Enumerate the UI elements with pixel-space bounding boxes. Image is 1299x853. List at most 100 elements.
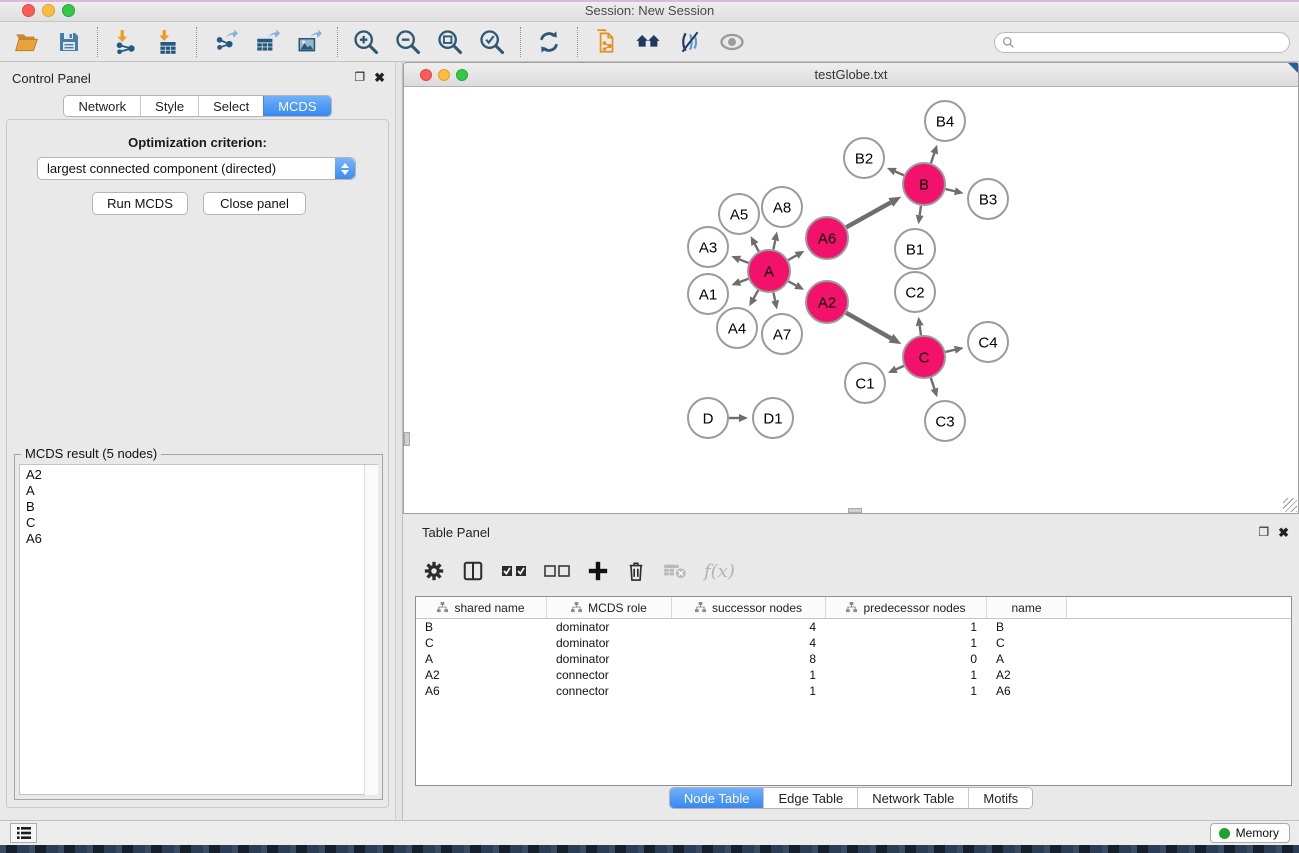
network-window-titlebar: testGlobe.txt bbox=[404, 63, 1298, 87]
cell-shared-name: C bbox=[416, 635, 547, 651]
arrowhead-C-C2 bbox=[916, 317, 924, 326]
table-body: Bdominator41BCdominator41CAdominator80AA… bbox=[416, 619, 1291, 699]
table-row[interactable]: Bdominator41B bbox=[416, 619, 1291, 635]
column-header-successor-nodes[interactable]: successor nodes bbox=[672, 597, 826, 618]
table-row[interactable]: Cdominator41C bbox=[416, 635, 1291, 651]
zoom-selected-icon[interactable] bbox=[475, 25, 509, 59]
table-row[interactable]: Adominator80A bbox=[416, 651, 1291, 667]
first-neighbors-icon[interactable] bbox=[631, 25, 665, 59]
cell-name: A6 bbox=[987, 683, 1067, 699]
task-history-button[interactable] bbox=[10, 823, 37, 843]
result-item[interactable]: A6 bbox=[26, 531, 377, 547]
search-field[interactable] bbox=[994, 32, 1290, 53]
arrowhead-D-D1 bbox=[739, 414, 748, 422]
criterion-dropdown[interactable]: largest connected component (directed) bbox=[37, 157, 356, 180]
open-session-icon[interactable] bbox=[10, 25, 44, 59]
node-label-B4: B4 bbox=[936, 113, 954, 130]
memory-label: Memory bbox=[1236, 826, 1279, 840]
node-table[interactable]: shared name MCDS role successor nodesprede… bbox=[415, 596, 1292, 786]
run-mcds-button[interactable]: Run MCDS bbox=[92, 192, 188, 215]
zoom-out-icon[interactable] bbox=[391, 25, 425, 59]
node-label-D1: D1 bbox=[763, 410, 782, 427]
cell-shared-name: A bbox=[416, 651, 547, 667]
zoom-in-icon[interactable] bbox=[349, 25, 383, 59]
cell-MCDS-role: dominator bbox=[547, 651, 672, 667]
toggle-graphics-details-icon[interactable] bbox=[673, 25, 707, 59]
table-options-gear-icon[interactable] bbox=[423, 560, 445, 582]
vertical-scroll-thumb[interactable] bbox=[404, 432, 410, 446]
close-panel-button[interactable]: Close panel bbox=[203, 192, 306, 215]
result-item[interactable]: A2 bbox=[26, 467, 377, 483]
cell-predecessor-nodes: 1 bbox=[826, 667, 987, 683]
cell-name: C bbox=[987, 635, 1067, 651]
cell-successor-nodes: 4 bbox=[672, 635, 826, 651]
mcds-result-list[interactable]: A2ABCA6 bbox=[19, 464, 378, 795]
search-input[interactable] bbox=[1019, 36, 1269, 50]
column-label: shared name bbox=[454, 601, 524, 615]
cell-successor-nodes: 1 bbox=[672, 683, 826, 699]
edge-C-C3 bbox=[931, 378, 935, 389]
table-row[interactable]: A2connector11A2 bbox=[416, 667, 1291, 683]
result-list-scrollbar[interactable] bbox=[364, 465, 378, 795]
deselect-all-checkboxes-icon[interactable] bbox=[544, 564, 570, 578]
toolbar-separator bbox=[577, 27, 578, 57]
result-item[interactable]: C bbox=[26, 515, 377, 531]
node-label-C1: C1 bbox=[855, 375, 874, 392]
edge-C-C2 bbox=[920, 326, 921, 336]
close-table-panel-icon[interactable]: ✖ bbox=[1278, 525, 1289, 541]
column-header-shared-name[interactable]: shared name bbox=[416, 597, 547, 618]
delete-column-trash-icon[interactable] bbox=[626, 560, 646, 582]
show-columns-icon[interactable] bbox=[462, 560, 484, 582]
table-row[interactable]: A6connector11A6 bbox=[416, 683, 1291, 699]
float-panel-icon[interactable]: ❐ bbox=[354, 70, 365, 86]
column-label: name bbox=[1011, 601, 1041, 615]
float-table-panel-icon[interactable]: ❐ bbox=[1258, 525, 1269, 541]
cell-MCDS-role: connector bbox=[547, 683, 672, 699]
result-item[interactable]: A bbox=[26, 483, 377, 499]
resize-grip[interactable] bbox=[1283, 498, 1297, 512]
network-view-window: testGlobe.txt B4B2BB3A8A5A6A3B1AA1C2A2A4… bbox=[403, 62, 1299, 514]
shared-column-icon bbox=[571, 602, 582, 613]
window-corner-icon[interactable] bbox=[1288, 63, 1298, 73]
add-column-icon[interactable] bbox=[587, 560, 609, 582]
zoom-fit-icon[interactable] bbox=[433, 25, 467, 59]
cell-predecessor-nodes: 1 bbox=[826, 683, 987, 699]
export-image-icon[interactable] bbox=[292, 25, 326, 59]
main-toolbar bbox=[0, 23, 1299, 62]
arrowhead-C-C3 bbox=[931, 387, 939, 397]
select-all-checkboxes-icon[interactable] bbox=[501, 564, 527, 578]
result-item[interactable]: B bbox=[26, 499, 377, 515]
panel-splitter[interactable] bbox=[395, 62, 403, 820]
column-label: MCDS role bbox=[588, 601, 647, 615]
new-network-from-selection-icon[interactable] bbox=[589, 25, 623, 59]
column-header-MCDS-role[interactable]: MCDS role bbox=[547, 597, 672, 618]
refresh-network-icon[interactable] bbox=[532, 25, 566, 59]
tab-style[interactable]: Style bbox=[140, 96, 198, 116]
export-table-icon[interactable] bbox=[250, 25, 284, 59]
tab-select[interactable]: Select bbox=[198, 96, 263, 116]
horizontal-scroll-thumb[interactable] bbox=[848, 508, 862, 513]
cell-shared-name: B bbox=[416, 619, 547, 635]
memory-button[interactable]: Memory bbox=[1210, 823, 1290, 843]
import-network-icon[interactable] bbox=[109, 25, 143, 59]
close-panel-icon[interactable]: ✖ bbox=[374, 70, 385, 86]
export-network-icon[interactable] bbox=[208, 25, 242, 59]
tab-network[interactable]: Network bbox=[64, 96, 140, 116]
node-label-A4: A4 bbox=[728, 320, 746, 337]
table-tab-node-table[interactable]: Node Table bbox=[670, 788, 764, 808]
arrowhead-A-A8 bbox=[771, 231, 779, 241]
table-tab-network-table[interactable]: Network Table bbox=[857, 788, 968, 808]
table-tab-edge-table[interactable]: Edge Table bbox=[763, 788, 857, 808]
import-table-icon[interactable] bbox=[151, 25, 185, 59]
mcds-result-group: MCDS result (5 nodes) A2ABCA6 bbox=[14, 454, 383, 800]
table-toolbar: f(x) bbox=[423, 552, 735, 590]
cell-successor-nodes: 8 bbox=[672, 651, 826, 667]
cell-successor-nodes: 4 bbox=[672, 619, 826, 635]
network-canvas[interactable]: B4B2BB3A8A5A6A3B1AA1C2A2A4A7C4CC1DD1C3 bbox=[404, 87, 1298, 513]
column-header-predecessor-nodes[interactable]: predecessor nodes bbox=[826, 597, 987, 618]
table-tab-motifs[interactable]: Motifs bbox=[968, 788, 1032, 808]
edge-A-A5 bbox=[755, 244, 759, 251]
tab-mcds[interactable]: MCDS bbox=[263, 96, 330, 116]
save-session-icon[interactable] bbox=[52, 25, 86, 59]
column-header-name[interactable]: name bbox=[987, 597, 1067, 618]
